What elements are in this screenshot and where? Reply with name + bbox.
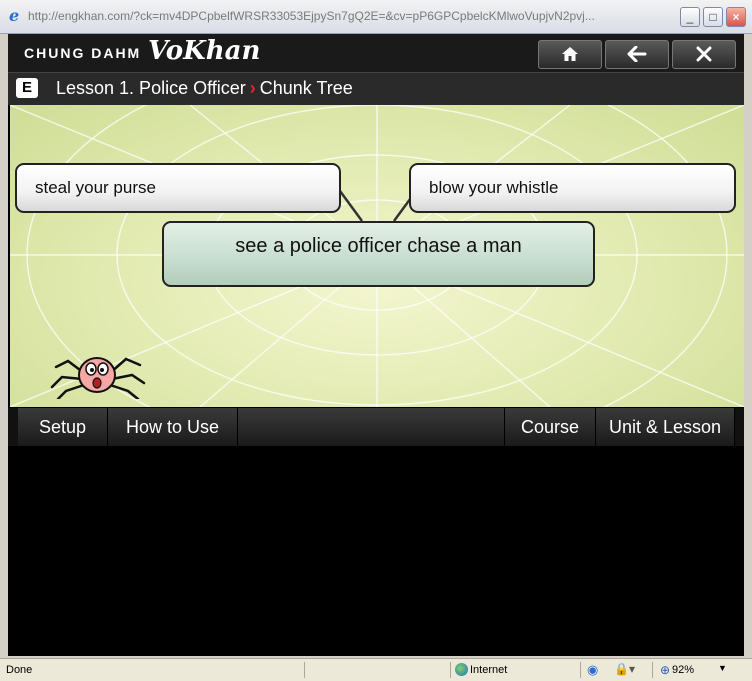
browser-titlebar: e http://engkhan.com/?ck=mv4DPCpbelfWRSR… bbox=[0, 0, 752, 34]
how-to-use-button[interactable]: How to Use bbox=[108, 408, 238, 446]
ie-browser-icon: e bbox=[9, 6, 20, 25]
back-button[interactable] bbox=[605, 40, 669, 69]
app-header: CHUNG DAHM VoKhan bbox=[8, 34, 744, 72]
back-arrow-icon bbox=[627, 45, 647, 63]
minimize-button[interactable]: _ bbox=[680, 7, 700, 27]
url-title: http://engkhan.com/?ck=mv4DPCpbelfWRSR33… bbox=[28, 9, 595, 23]
breadcrumb: E Lesson 1. Police Officer › Chunk Tree bbox=[8, 72, 744, 105]
status-divider bbox=[304, 662, 305, 678]
breadcrumb-separator-icon: › bbox=[249, 78, 256, 98]
security-icon[interactable]: 🔒▾ bbox=[614, 662, 635, 676]
chunk-left[interactable]: steal your purse bbox=[15, 163, 341, 213]
brand-logo: VoKhan bbox=[148, 36, 261, 66]
navbar-spacer bbox=[238, 408, 505, 446]
spider-mascot-icon bbox=[50, 357, 146, 399]
zoom-icon[interactable]: ⊕ bbox=[660, 663, 670, 677]
setup-button[interactable]: Setup bbox=[18, 408, 108, 446]
chunk-tree-stage: steal your purse blow your whistle see a… bbox=[10, 105, 744, 407]
browser-statusbar: Done Internet ◉ 🔒▾ ⊕ 92% ▼ bbox=[0, 658, 752, 681]
home-icon bbox=[562, 47, 578, 61]
breadcrumb-text: Lesson 1. Police Officer › Chunk Tree bbox=[56, 78, 353, 99]
maximize-button[interactable]: □ bbox=[703, 7, 723, 27]
unit-lesson-button[interactable]: Unit & Lesson bbox=[596, 408, 735, 446]
zoom-level[interactable]: 92% bbox=[672, 664, 694, 676]
home-button[interactable] bbox=[538, 40, 602, 69]
status-divider bbox=[580, 662, 581, 678]
chunk-right[interactable]: blow your whistle bbox=[409, 163, 736, 213]
internet-zone-icon bbox=[455, 663, 468, 676]
status-divider bbox=[450, 662, 451, 678]
close-icon bbox=[696, 46, 712, 62]
zone-text: Internet bbox=[470, 664, 508, 676]
section-title: Chunk Tree bbox=[259, 78, 353, 98]
course-button[interactable]: Course bbox=[505, 408, 596, 446]
brand-text: CHUNG DAHM bbox=[24, 45, 142, 61]
bottom-navbar: Setup How to Use Course Unit & Lesson bbox=[8, 408, 744, 446]
lesson-title: Lesson 1. Police Officer bbox=[56, 78, 246, 98]
chunk-main[interactable]: see a police officer chase a man bbox=[162, 221, 595, 287]
level-badge: E bbox=[16, 78, 38, 98]
close-button[interactable] bbox=[672, 40, 736, 69]
protected-mode-icon[interactable]: ◉ bbox=[587, 662, 598, 678]
app-window: CHUNG DAHM VoKhan E Lesson 1. Police Off… bbox=[8, 34, 744, 656]
status-text: Done bbox=[6, 664, 33, 676]
zoom-dropdown-icon[interactable]: ▼ bbox=[718, 663, 727, 673]
status-divider bbox=[652, 662, 653, 678]
window-close-button[interactable]: × bbox=[726, 7, 746, 27]
